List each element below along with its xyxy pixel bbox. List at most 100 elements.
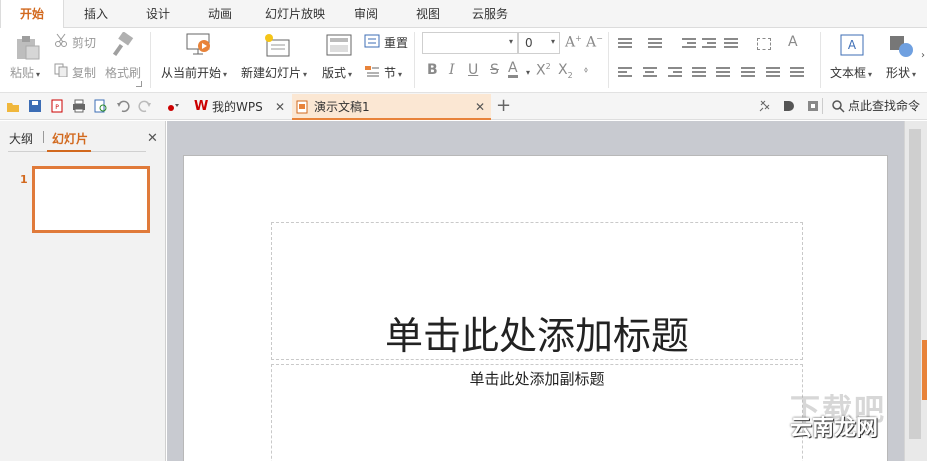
doc-tab-wps-label: 我的WPS [212,100,263,114]
text-case-icon[interactable]: A [788,34,798,50]
align-left-icon[interactable] [618,67,632,79]
increase-indent-icon[interactable] [702,38,716,50]
text-box-icon[interactable]: A [840,34,864,56]
copy-icon [54,63,68,77]
font-name-select[interactable]: ▾ [422,32,518,54]
underline-icon[interactable]: U [468,62,478,78]
ribbon-tab-bar: 开始 插入 设计 动画 幻灯片放映 审阅 视图 云服务 [0,0,927,29]
tab-slideshow[interactable]: 幻灯片放映 [255,0,335,28]
layout-icon[interactable] [326,34,352,56]
paste-icon[interactable] [14,34,40,60]
divider [414,32,415,88]
align-center-icon[interactable] [643,67,657,79]
shapes-icon[interactable] [888,34,916,58]
divider [820,32,821,88]
reset-button[interactable]: 重置 [384,34,408,51]
quick-access-bar: P W 我的WPS ✕ 演示文稿1 ✕ + 点此查找命令 [0,93,927,120]
scrollbar-thumb[interactable] [909,129,921,439]
tab-design[interactable]: 设计 [134,0,182,28]
text-align-icon[interactable] [790,67,804,79]
cut-button[interactable]: 剪切 [72,34,96,51]
superscript-icon[interactable]: X2 [536,62,551,79]
text-box-button[interactable]: 文本框 ▾ [830,64,872,81]
italic-icon[interactable]: I [449,62,455,78]
format-painter-button[interactable]: 格式刷 [105,64,141,81]
vertical-scrollbar[interactable] [904,121,927,461]
subscript-icon[interactable]: X2 [558,62,573,80]
tab-home[interactable]: 开始 [0,0,64,29]
bullet-list-icon[interactable] [618,38,632,50]
strikethrough-icon[interactable]: S [490,62,499,78]
print-preview-icon[interactable] [94,99,108,113]
doc-tab-wps[interactable]: W 我的WPS ✕ [188,94,290,120]
shapes-button[interactable]: 形状 ▾ [886,64,916,81]
paste-button[interactable]: 粘贴 ▾ [10,64,40,81]
slide-thumbnail[interactable] [32,166,150,233]
docer-icon[interactable] [782,99,796,113]
pin-icon[interactable] [758,99,772,113]
doc-tab-current[interactable]: 演示文稿1 ✕ [292,94,491,120]
columns-icon[interactable] [757,38,771,50]
tab-outline[interactable]: 大纲 [9,130,33,147]
subtitle-placeholder[interactable]: 单击此处添加副标题 [271,364,803,461]
ribbon-scroll-right-icon[interactable]: › [921,50,925,61]
print-icon[interactable] [72,99,86,113]
justify-icon[interactable] [692,67,706,79]
clear-format-icon[interactable]: ⬫ [584,62,588,78]
tab-review[interactable]: 审阅 [342,0,390,28]
open-folder-icon[interactable] [6,99,20,113]
grow-font-icon[interactable]: A+ [565,34,582,51]
layout-label: 版式 [322,66,347,80]
tab-view[interactable]: 视图 [404,0,452,28]
bold-icon[interactable]: B [427,62,438,78]
presentation-file-icon [296,100,308,114]
new-slide-button[interactable]: 新建幻灯片 ▾ [241,64,307,81]
font-color-icon[interactable]: A [508,61,518,78]
align-right-icon[interactable] [668,67,682,79]
tab-cloud[interactable]: 云服务 [462,0,518,28]
side-panel-toggle[interactable] [922,340,927,400]
format-painter-icon[interactable] [110,32,136,58]
line-spacing-icon[interactable] [741,67,755,79]
slideshow-play-icon[interactable] [185,32,213,56]
decrease-indent-icon[interactable] [682,38,696,50]
numbered-list-icon[interactable] [648,38,662,50]
font-color-dropdown-icon[interactable]: ▾ [526,68,530,77]
new-slide-icon[interactable] [263,32,291,58]
close-icon[interactable]: ✕ [475,94,485,120]
title-placeholder-text: 单击此处添加标题 [384,314,689,358]
customize-toolbar-icon[interactable] [166,99,180,113]
undo-icon[interactable] [116,99,130,113]
svg-text:A: A [848,38,857,52]
search-command-label: 点此查找命令 [848,99,921,113]
new-slide-label: 新建幻灯片 [241,66,302,80]
slide-canvas[interactable]: 单击此处添加标题 单击此处添加副标题 [183,155,888,461]
new-tab-icon[interactable]: + [496,95,511,116]
save-icon[interactable] [28,99,42,113]
tab-animation[interactable]: 动画 [196,0,244,28]
close-icon[interactable]: ✕ [147,131,158,146]
divider [822,98,823,114]
skin-icon[interactable] [806,99,820,113]
tab-insert[interactable]: 插入 [72,0,120,28]
distributed-icon[interactable] [716,67,730,79]
ribbon: 粘贴 ▾ 剪切 复制 格式刷 从当前开始 ▾ 新建幻灯片 ▾ 版式 ▾ 重置 节… [0,28,927,93]
from-current-button[interactable]: 从当前开始 ▾ [161,64,227,81]
shrink-font-icon[interactable]: A− [586,34,603,51]
copy-button[interactable]: 复制 [72,64,96,81]
text-box-label: 文本框 [830,66,867,80]
export-pdf-icon[interactable]: P [50,99,64,113]
paragraph-spacing-icon[interactable] [766,67,780,79]
layout-button[interactable]: 版式 ▾ [322,64,352,81]
redo-icon[interactable] [138,99,152,113]
section-icon [365,66,379,77]
from-current-label: 从当前开始 [161,66,222,80]
tab-slides[interactable]: 幻灯片 [52,130,88,147]
paste-label: 粘贴 [10,66,35,80]
close-icon[interactable]: ✕ [275,94,285,120]
text-direction-icon[interactable] [724,38,738,50]
title-placeholder[interactable]: 单击此处添加标题 [271,222,803,360]
clipboard-dialog-launcher-icon[interactable] [136,81,142,87]
font-size-select[interactable]: 0 ▾ [518,32,560,54]
section-button[interactable]: 节 ▾ [384,64,402,81]
